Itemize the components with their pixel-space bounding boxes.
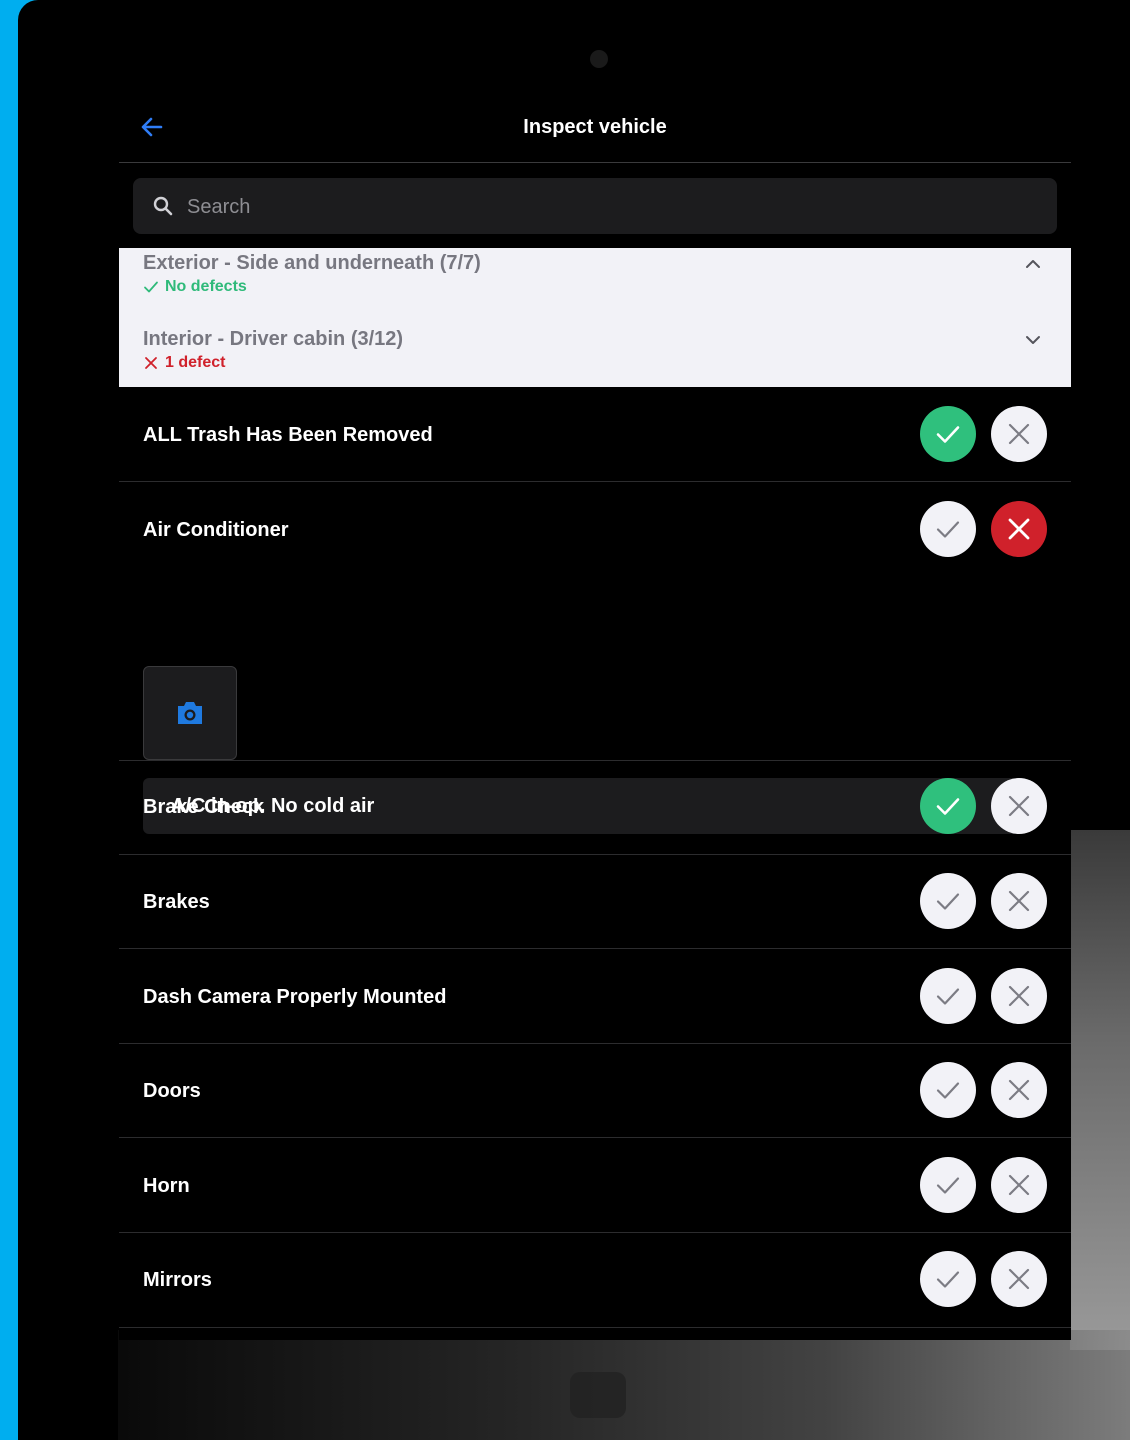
check-icon <box>936 988 960 1005</box>
close-icon <box>145 357 157 369</box>
section-list: Exterior - Side and underneath (7/7) No … <box>119 248 1071 387</box>
checklist-item: Air Conditioner A/C in-op. No cold air <box>119 481 1071 834</box>
item-label: Dash Camera Properly Mounted <box>143 986 447 1008</box>
chevron-up-icon[interactable] <box>1023 254 1043 274</box>
close-icon <box>1008 518 1030 540</box>
check-icon <box>936 798 960 815</box>
check-icon <box>936 521 960 538</box>
close-icon <box>1008 423 1030 445</box>
status-text: No defects <box>165 278 247 295</box>
section-title: Interior - Driver cabin (3/12) <box>143 328 404 350</box>
close-icon <box>1008 985 1030 1007</box>
close-icon <box>1008 795 1030 817</box>
check-icon <box>936 1082 960 1099</box>
search-icon <box>153 196 173 216</box>
camera-icon <box>178 702 202 724</box>
pass-button[interactable] <box>920 873 976 929</box>
pass-button[interactable] <box>920 968 976 1024</box>
section-title: Exterior - Side and underneath (7/7) <box>143 252 481 274</box>
item-label: Horn <box>143 1175 190 1197</box>
close-icon <box>1008 1174 1030 1196</box>
background-glare <box>1070 830 1130 1350</box>
page-title: Inspect vehicle <box>523 116 667 138</box>
inspection-screen: Inspect vehicle Exterior - Side and unde… <box>119 90 1071 1340</box>
search-input[interactable] <box>185 178 1029 236</box>
status-text: 1 defect <box>165 354 226 371</box>
fail-button[interactable] <box>991 1157 1047 1213</box>
checklist-item: ALL Trash Has Been Removed <box>119 387 1071 482</box>
nav-header: Inspect vehicle <box>119 90 1071 163</box>
fail-button[interactable] <box>991 778 1047 834</box>
checklist-item: Brake Check <box>119 760 1071 855</box>
fail-button[interactable] <box>991 1062 1047 1118</box>
checklist-item: Doors <box>119 1043 1071 1138</box>
checklist-item: Dash Camera Properly Mounted <box>119 948 1071 1044</box>
checklist-item: Brakes <box>119 854 1071 949</box>
pass-button[interactable] <box>920 1251 976 1307</box>
item-label: ALL Trash Has Been Removed <box>143 424 433 446</box>
fail-button[interactable] <box>991 406 1047 462</box>
search-bar[interactable] <box>133 178 1057 236</box>
fail-button[interactable] <box>991 501 1047 557</box>
check-icon <box>144 281 158 293</box>
pass-button[interactable] <box>920 1157 976 1213</box>
pass-button[interactable] <box>920 778 976 834</box>
item-label: Doors <box>143 1080 201 1102</box>
check-icon <box>936 426 960 443</box>
section-interior[interactable]: Interior - Driver cabin (3/12) 1 defect <box>119 324 1071 390</box>
home-button <box>570 1372 626 1418</box>
pass-button[interactable] <box>920 501 976 557</box>
check-icon <box>936 1177 960 1194</box>
checklist-item: Horn <box>119 1137 1071 1233</box>
chevron-down-icon[interactable] <box>1023 330 1043 350</box>
fail-button[interactable] <box>991 873 1047 929</box>
pass-button[interactable] <box>920 1062 976 1118</box>
item-label: Brake Check <box>143 796 265 818</box>
section-status-ok: No defects <box>143 278 247 296</box>
close-icon <box>1008 890 1030 912</box>
checklist-item: Mirrors <box>119 1232 1071 1328</box>
fail-button[interactable] <box>991 968 1047 1024</box>
section-exterior[interactable]: Exterior - Side and underneath (7/7) No … <box>119 248 1071 314</box>
fail-button[interactable] <box>991 1251 1047 1307</box>
section-status-defect: 1 defect <box>143 354 225 372</box>
item-label: Brakes <box>143 891 210 913</box>
item-label: Mirrors <box>143 1269 212 1291</box>
add-photo-button[interactable] <box>143 666 237 760</box>
pass-button[interactable] <box>920 406 976 462</box>
check-icon <box>936 893 960 910</box>
close-icon <box>1008 1268 1030 1290</box>
front-camera <box>590 50 608 68</box>
item-label: Air Conditioner <box>143 519 289 541</box>
check-icon <box>936 1271 960 1288</box>
close-icon <box>1008 1079 1030 1101</box>
